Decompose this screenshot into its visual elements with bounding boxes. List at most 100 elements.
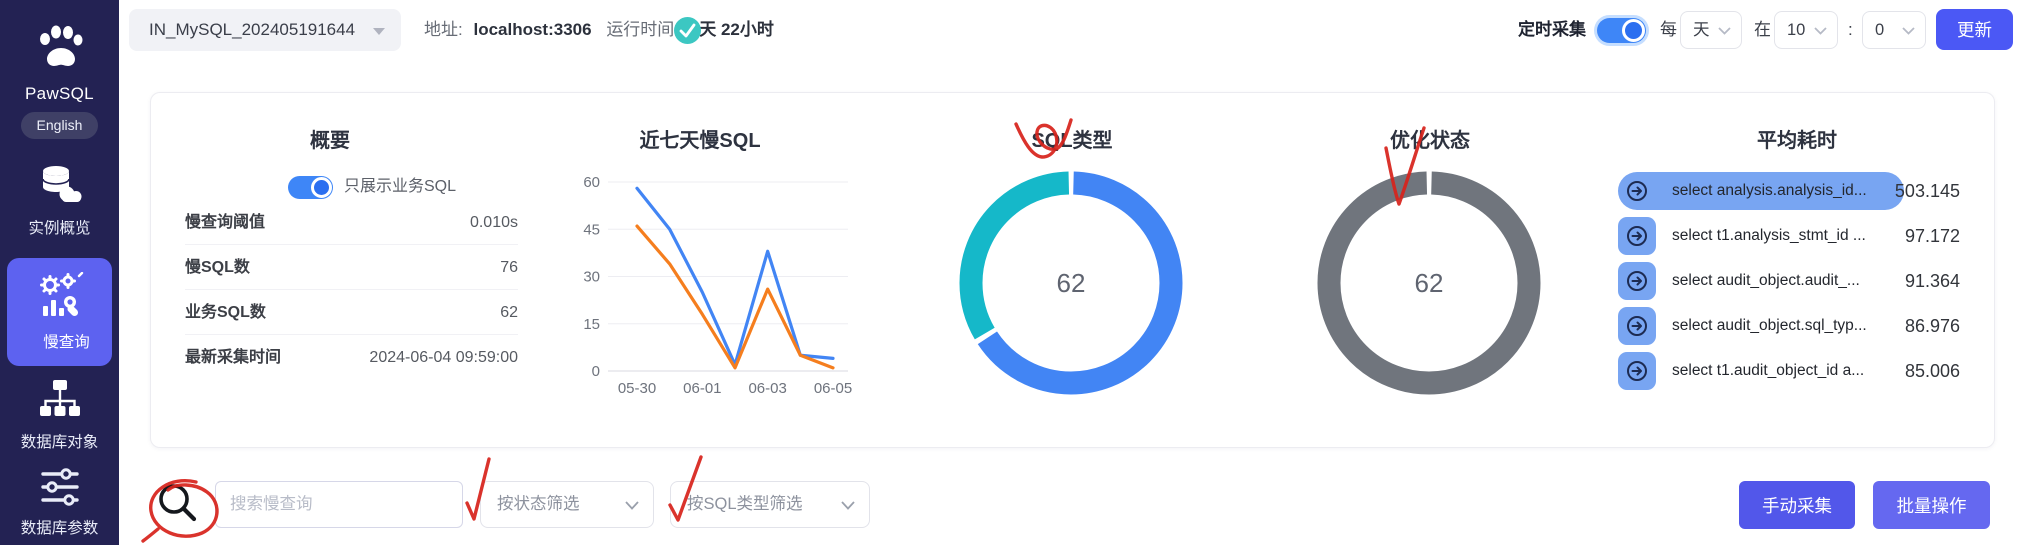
brand-label: PawSQL bbox=[0, 84, 119, 104]
summary-row-label: 最新采集时间 bbox=[185, 335, 281, 380]
interval-unit-value: 天 bbox=[1693, 21, 1710, 39]
sql-snippet: select audit_object.audit_... bbox=[1672, 262, 1860, 300]
scheduled-collect-toggle[interactable] bbox=[1597, 18, 1646, 43]
sql-snippet: select t1.audit_object_id a... bbox=[1672, 352, 1864, 390]
sidebar-item-label: 数据库参数 bbox=[0, 516, 119, 538]
hour-value: 10 bbox=[1787, 21, 1805, 39]
chevron-down-icon bbox=[1902, 27, 1915, 35]
chevron-down-icon bbox=[625, 501, 639, 510]
sql-snippet: select analysis.analysis_id... bbox=[1672, 172, 1867, 210]
chevron-down-icon bbox=[841, 501, 855, 510]
svg-text:60: 60 bbox=[583, 174, 600, 191]
open-query-badge[interactable] bbox=[1618, 307, 1656, 345]
update-button[interactable]: 更新 bbox=[1936, 9, 2013, 50]
summary-row-value: 0.010s bbox=[470, 200, 518, 245]
language-switch-badge[interactable]: English bbox=[21, 112, 98, 139]
status-filter-value: 按状态筛选 bbox=[497, 495, 580, 513]
chevron-down-icon bbox=[1718, 27, 1731, 35]
minute-select[interactable]: 0 bbox=[1862, 11, 1926, 49]
sidebar-item-slow-query[interactable]: 慢查询 bbox=[7, 258, 112, 366]
search-icon[interactable] bbox=[152, 478, 202, 528]
svg-text:06-03: 06-03 bbox=[748, 380, 786, 397]
sql-type-filter-select[interactable]: 按SQL类型筛选 bbox=[670, 481, 870, 528]
summary-row: 最新采集时间 2024-06-04 09:59:00 bbox=[185, 335, 518, 380]
sidebar-item-label: 数据库对象 bbox=[0, 430, 119, 452]
batch-operation-button[interactable]: 批量操作 bbox=[1873, 481, 1990, 529]
avg-time-value: 503.145 bbox=[1840, 172, 1960, 210]
avg-time-title: 平均耗时 bbox=[1697, 124, 1897, 153]
database-objects-icon bbox=[38, 378, 82, 422]
slow-query-icon bbox=[35, 272, 85, 322]
uptime-label: 运行时间: bbox=[606, 20, 679, 39]
pawsql-slow-query-page: PawSQL English 实例概览 bbox=[0, 0, 2027, 545]
avg-time-row[interactable]: select analysis.analysis_id... 503.145 bbox=[1618, 172, 1960, 210]
sql-type-filter-value: 按SQL类型筛选 bbox=[687, 495, 803, 513]
avg-time-value: 91.364 bbox=[1840, 262, 1960, 300]
svg-text:45: 45 bbox=[583, 221, 600, 238]
instance-address-line: 地址: localhost:3306 运行时间: 1天 22小时 bbox=[424, 0, 774, 60]
arrow-right-circle-icon bbox=[1626, 315, 1648, 337]
avg-time-row[interactable]: select t1.analysis_stmt_id ... 97.172 bbox=[1618, 217, 1960, 255]
sidebar-item-label: 实例概览 bbox=[0, 216, 119, 238]
connection-ok-icon bbox=[674, 17, 701, 44]
svg-text:06-01: 06-01 bbox=[683, 380, 721, 397]
sql-snippet: select audit_object.sql_typ... bbox=[1672, 307, 1867, 345]
search-input[interactable] bbox=[215, 481, 463, 528]
status-filter-select[interactable]: 按状态筛选 bbox=[480, 481, 654, 528]
address-value: localhost:3306 bbox=[473, 20, 591, 39]
every-label: 每 bbox=[1660, 0, 1677, 60]
summary-row: 业务SQL数 62 bbox=[185, 290, 518, 335]
hour-select[interactable]: 10 bbox=[1774, 11, 1838, 49]
caret-down-icon bbox=[373, 28, 385, 35]
arrow-right-circle-icon bbox=[1626, 225, 1648, 247]
svg-text:15: 15 bbox=[583, 316, 600, 333]
summary-row-label: 业务SQL数 bbox=[185, 290, 266, 335]
arrow-right-circle-icon bbox=[1626, 360, 1648, 382]
open-query-badge[interactable] bbox=[1618, 217, 1656, 255]
colon-separator: : bbox=[1848, 0, 1853, 60]
chevron-down-icon bbox=[1814, 27, 1827, 35]
svg-text:06-05: 06-05 bbox=[814, 380, 852, 397]
summary-row-label: 慢SQL数 bbox=[185, 245, 250, 290]
summary-row: 慢SQL数 76 bbox=[185, 245, 518, 290]
avg-time-row[interactable]: select t1.audit_object_id a... 85.006 bbox=[1618, 352, 1960, 390]
interval-unit-select[interactable]: 天 bbox=[1680, 11, 1742, 49]
toggle-knob bbox=[1622, 19, 1645, 42]
instance-selector-dropdown[interactable]: IN_MySQL_202405191644 bbox=[129, 9, 401, 51]
open-query-badge[interactable] bbox=[1618, 262, 1656, 300]
scheduled-collect-label: 定时采集 bbox=[1518, 0, 1586, 60]
open-query-badge[interactable] bbox=[1618, 352, 1656, 390]
address-label: 地址: bbox=[424, 20, 463, 39]
at-label: 在 bbox=[1754, 0, 1771, 60]
svg-text:30: 30 bbox=[583, 269, 600, 286]
slow-sql-trend-chart: 0 15 30 45 60 05-30 06-01 06-03 06-05 bbox=[560, 165, 855, 405]
summary-row-value: 2024-06-04 09:59:00 bbox=[369, 335, 518, 380]
sql-type-donut-total: 62 bbox=[955, 268, 1187, 299]
arrow-right-circle-icon bbox=[1626, 180, 1648, 202]
open-query-badge[interactable] bbox=[1618, 172, 1656, 210]
summary-row-value: 76 bbox=[500, 245, 518, 290]
instance-overview-icon bbox=[37, 162, 83, 208]
minute-value: 0 bbox=[1875, 21, 1884, 39]
manual-collect-button[interactable]: 手动采集 bbox=[1739, 481, 1855, 529]
sql-type-title: SQL类型 bbox=[972, 124, 1172, 153]
paw-logo-icon bbox=[36, 22, 84, 72]
avg-time-value: 86.976 bbox=[1840, 307, 1960, 345]
summary-title: 概要 bbox=[230, 124, 430, 153]
svg-text:0: 0 bbox=[592, 363, 600, 380]
svg-text:05-30: 05-30 bbox=[618, 380, 656, 397]
avg-time-row[interactable]: select audit_object.audit_... 91.364 bbox=[1618, 262, 1960, 300]
database-parameters-icon bbox=[39, 466, 81, 508]
sql-snippet: select t1.analysis_stmt_id ... bbox=[1672, 217, 1866, 255]
uptime-value: 1天 22小时 bbox=[690, 20, 774, 39]
avg-time-value: 97.172 bbox=[1840, 217, 1960, 255]
arrow-right-circle-icon bbox=[1626, 270, 1648, 292]
summary-row-value: 62 bbox=[500, 290, 518, 335]
summary-row-label: 慢查询阈值 bbox=[185, 200, 265, 245]
avg-time-value: 85.006 bbox=[1840, 352, 1960, 390]
sidebar-item-label: 慢查询 bbox=[7, 330, 126, 352]
trend-chart-title: 近七天慢SQL bbox=[600, 124, 800, 153]
avg-time-row[interactable]: select audit_object.sql_typ... 86.976 bbox=[1618, 307, 1960, 345]
business-sql-only-toggle[interactable] bbox=[288, 176, 333, 199]
summary-rows: 慢查询阈值 0.010s 慢SQL数 76 业务SQL数 62 最新采集时间 2… bbox=[185, 200, 518, 380]
